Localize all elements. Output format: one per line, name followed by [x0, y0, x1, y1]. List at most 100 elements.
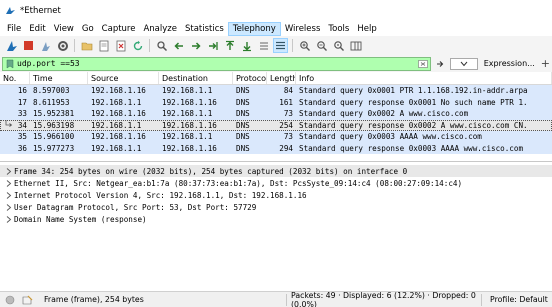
stop-icon[interactable] [21, 38, 36, 53]
cell-time: 8.597003 [33, 86, 70, 95]
toolbar-divider [292, 39, 293, 52]
column-header-protocol[interactable]: Protocol [233, 72, 267, 84]
toolbar-divider [74, 39, 75, 52]
packet-row[interactable]: 33 15.952381 192.168.1.16 192.168.1.1 DN… [0, 108, 552, 120]
shark-fin-start-icon[interactable] [4, 38, 19, 53]
column-header-length[interactable]: Length [267, 72, 296, 84]
expand-arrow-icon[interactable] [4, 179, 14, 187]
main-toolbar [0, 36, 552, 55]
colorize-icon[interactable] [273, 38, 288, 53]
packet-row[interactable]: 36 15.977273 192.168.1.1 192.168.1.16 DN… [0, 142, 552, 154]
apply-filter-arrow-icon[interactable] [433, 58, 447, 70]
menu-help[interactable]: Help [353, 22, 380, 36]
menu-tools[interactable]: Tools [324, 22, 353, 36]
column-header-time[interactable]: Time [30, 72, 88, 84]
cell-info: Standard query 0x0002 A www.cisco.com [299, 109, 469, 118]
cell-info: Standard query response 0x0001 No such n… [299, 97, 528, 107]
column-header-source[interactable]: Source [88, 72, 159, 84]
menu-view[interactable]: View [50, 22, 78, 36]
column-header-info[interactable]: Info [296, 72, 552, 84]
column-header-no[interactable]: No. [0, 72, 30, 84]
detail-tree-item-udp[interactable]: User Datagram Protocol, Src Port: 53, Ds… [0, 201, 552, 213]
menu-edit[interactable]: Edit [25, 22, 49, 36]
detail-text: Ethernet II, Src: Netgear_ea:b1:7a (80:3… [14, 178, 463, 188]
expand-arrow-icon[interactable] [4, 215, 14, 223]
detail-tree-item-ip[interactable]: Internet Protocol Version 4, Src: 192.16… [0, 189, 552, 201]
status-bar: Frame (frame), 254 bytes Packets: 49 · D… [0, 291, 552, 307]
open-folder-icon[interactable] [79, 38, 94, 53]
column-header-destination[interactable]: Destination [159, 72, 233, 84]
go-last-icon[interactable] [239, 38, 254, 53]
cell-time: 15.963198 [33, 120, 75, 130]
menu-go[interactable]: Go [78, 22, 98, 36]
reload-icon[interactable] [130, 38, 145, 53]
cell-no: 36 [17, 143, 27, 153]
status-profile[interactable]: Profile: Default [490, 295, 548, 304]
detail-text: Domain Name System (response) [14, 214, 147, 224]
menu-file[interactable]: File [3, 22, 25, 36]
autoscroll-icon[interactable] [256, 38, 271, 53]
packet-row[interactable]: 35 15.966100 192.168.1.16 192.168.1.1 DN… [0, 131, 552, 143]
packet-list-pane: No. Time Source Destination Protocol Len… [0, 72, 552, 162]
close-file-icon[interactable] [113, 38, 128, 53]
cell-destination: 192.168.1.1 [162, 109, 213, 118]
cell-source: 192.168.1.16 [91, 109, 146, 118]
zoom-in-icon[interactable] [297, 38, 312, 53]
restart-icon[interactable] [38, 38, 53, 53]
expand-arrow-icon[interactable] [4, 191, 14, 199]
go-forward-icon[interactable] [188, 38, 203, 53]
go-to-packet-icon[interactable] [205, 38, 220, 53]
cell-no: 17 [17, 97, 27, 107]
cell-destination: 192.168.1.16 [162, 143, 217, 153]
bookmark-icon[interactable] [3, 58, 17, 70]
add-filter-button[interactable]: + [541, 57, 550, 70]
cell-destination: 192.168.1.16 [162, 120, 217, 130]
cell-source: 192.168.1.1 [91, 97, 142, 107]
cell-no: 33 [17, 109, 27, 118]
cell-protocol: DNS [236, 97, 250, 107]
capture-comment-icon[interactable] [20, 293, 34, 307]
cell-no: 16 [17, 86, 27, 95]
menu-wireless[interactable]: Wireless [281, 22, 325, 36]
cell-length: 294 [279, 143, 293, 153]
cell-info: Standard query response 0x0002 A www.cis… [299, 120, 528, 130]
detail-tree-item-ethernet[interactable]: Ethernet II, Src: Netgear_ea:b1:7a (80:3… [0, 177, 552, 189]
menu-telephony[interactable]: Telephony [227, 21, 281, 36]
cell-destination: 192.168.1.1 [162, 132, 213, 141]
display-filter-input[interactable] [17, 57, 416, 70]
recent-filters-dropdown[interactable] [450, 57, 478, 70]
expert-info-icon[interactable] [3, 293, 17, 307]
zoom-normal-icon[interactable] [331, 38, 346, 53]
options-gear-icon[interactable] [55, 38, 70, 53]
resize-columns-icon[interactable] [348, 38, 363, 53]
cell-source: 192.168.1.16 [91, 86, 146, 95]
cell-destination: 192.168.1.1 [162, 86, 213, 95]
status-packet-counts: Packets: 49 · Displayed: 6 (12.2%) · Dro… [291, 290, 476, 307]
go-first-icon[interactable] [222, 38, 237, 53]
clear-filter-icon[interactable] [416, 58, 430, 70]
expand-arrow-icon[interactable] [4, 203, 14, 211]
menu-statistics[interactable]: Statistics [181, 22, 228, 36]
display-filter-bar: Expression... + [0, 55, 552, 72]
cell-info: Standard query 0x0001 PTR 1.1.168.192.in… [299, 86, 528, 95]
save-file-icon[interactable] [96, 38, 111, 53]
menu-capture[interactable]: Capture [98, 22, 140, 36]
menu-bar: File Edit View Go Capture Analyze Statis… [0, 21, 552, 36]
detail-tree-item-frame[interactable]: Frame 34: 254 bytes on wire (2032 bits),… [0, 165, 552, 177]
cell-source: 192.168.1.16 [91, 132, 146, 141]
zoom-out-icon[interactable] [314, 38, 329, 53]
cell-no: 35 [17, 132, 27, 141]
cell-time: 15.952381 [33, 109, 75, 118]
detail-tree-item-dns[interactable]: Domain Name System (response) [0, 213, 552, 225]
related-packet-indicator-icon [3, 119, 13, 132]
go-back-icon[interactable] [171, 38, 186, 53]
toolbar-divider [149, 39, 150, 52]
expression-button[interactable]: Expression... [484, 59, 535, 68]
cell-info: Standard query 0x0003 AAAA www.cisco.com [299, 132, 482, 141]
expand-arrow-icon[interactable] [4, 167, 14, 175]
menu-analyze[interactable]: Analyze [139, 22, 181, 36]
find-magnifier-icon[interactable] [154, 38, 169, 53]
packet-row[interactable]: 17 8.611953 192.168.1.1 192.168.1.16 DNS… [0, 96, 552, 108]
packet-row[interactable]: 16 8.597003 192.168.1.16 192.168.1.1 DNS… [0, 85, 552, 97]
packet-row-selected[interactable]: 34 15.963198 192.168.1.1 192.168.1.16 DN… [0, 119, 552, 132]
